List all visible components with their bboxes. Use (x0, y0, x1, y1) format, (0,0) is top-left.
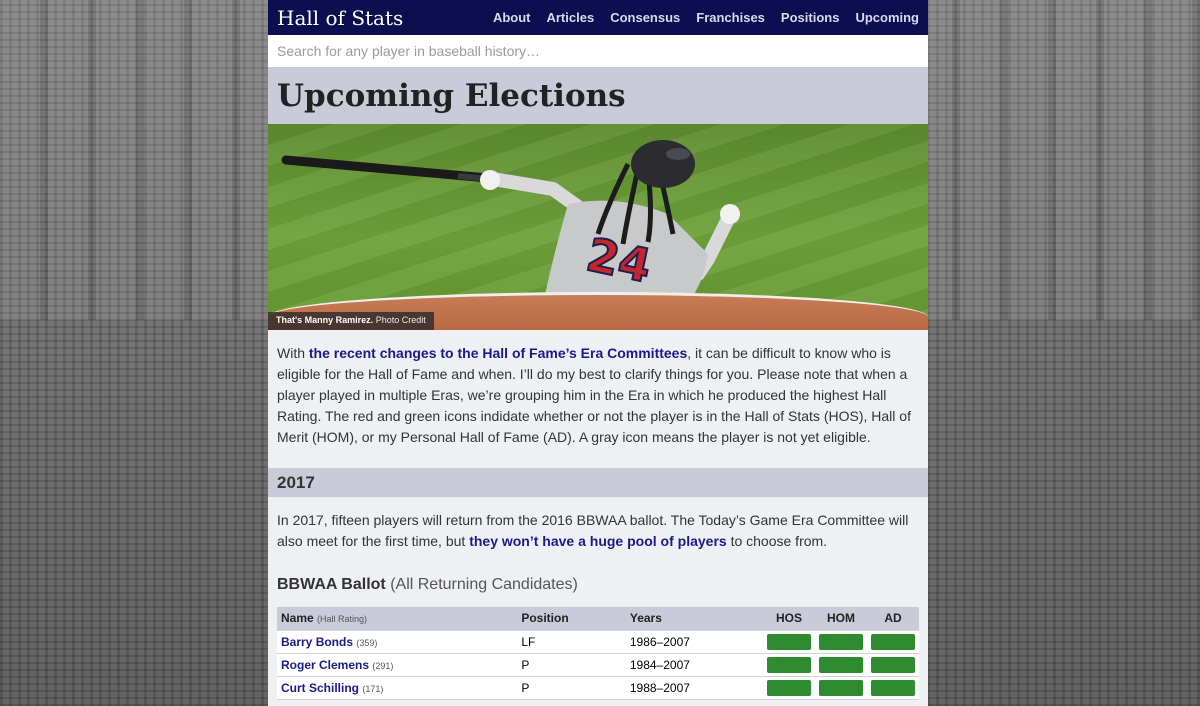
page-container: Hall of Stats About Articles Consensus F… (268, 0, 928, 706)
page-title-band: Upcoming Elections (268, 68, 928, 124)
table-row: Barry Bonds (359) LF 1986–2007 (277, 630, 919, 654)
nav-consensus[interactable]: Consensus (610, 10, 680, 25)
top-nav-bar: Hall of Stats About Articles Consensus F… (268, 0, 928, 35)
nav-franchises[interactable]: Franchises (696, 10, 765, 25)
year-heading-band: 2017 (268, 468, 928, 497)
photo-caption-text: That's Manny Ramirez. (276, 315, 374, 325)
small-pool-link[interactable]: they won’t have a huge pool of players (469, 533, 727, 549)
hos-status-cell (762, 630, 815, 654)
hom-status-icon (818, 656, 863, 673)
ballot-title-subtitle: (All Returning Candidates) (390, 576, 578, 593)
search-bar (268, 35, 928, 68)
hom-status-cell (814, 653, 867, 677)
hos-status-cell (762, 653, 815, 677)
player-link[interactable]: Barry Bonds (281, 635, 353, 649)
years-cell: 1984–2007 (625, 653, 763, 677)
hom-status-icon (818, 633, 863, 650)
ad-status-cell (866, 676, 919, 700)
era-committee-changes-link[interactable]: the recent changes to the Hall of Fame’s… (309, 345, 687, 361)
col-position-header[interactable]: Position (517, 607, 626, 631)
intro-section: With the recent changes to the Hall of F… (268, 330, 928, 448)
intro-paragraph: With the recent changes to the Hall of F… (277, 343, 919, 448)
intro-text-start: With (277, 345, 309, 361)
player-search-input[interactable] (277, 43, 919, 59)
position-cell: LF (517, 630, 626, 654)
nav-about[interactable]: About (493, 10, 531, 25)
ad-status-cell (866, 630, 919, 654)
hall-rating: (359) (356, 637, 378, 648)
hom-status-cell (814, 630, 867, 654)
col-name-label: Name (281, 611, 314, 626)
nav-articles[interactable]: Articles (546, 10, 594, 25)
ballot-title: BBWAA Ballot (All Returning Candidates) (277, 576, 919, 594)
hos-status-icon (766, 656, 811, 673)
hom-status-icon (818, 679, 863, 696)
player-name-cell: Barry Bonds (359) (277, 630, 518, 654)
hero-photo: 24 That's Manny Ramirez. Photo Credit (268, 124, 928, 330)
table-row: Roger Clemens (291) P 1984–2007 (277, 653, 919, 677)
hall-rating: (291) (372, 660, 394, 671)
site-logo[interactable]: Hall of Stats (277, 6, 403, 30)
ad-status-icon (870, 633, 915, 650)
player-link[interactable]: Roger Clemens (281, 658, 369, 672)
years-cell: 1986–2007 (625, 630, 763, 654)
player-name-cell: Roger Clemens (291) (277, 653, 518, 677)
col-name-header[interactable]: Name (Hall Rating) (277, 607, 518, 631)
player-link[interactable]: Curt Schilling (281, 681, 359, 695)
section-text-end: to choose from. (726, 533, 828, 549)
ballot-table: Name (Hall Rating) Position Years HOS HO… (277, 607, 919, 700)
col-hom-header[interactable]: HOM (814, 607, 867, 631)
main-nav: About Articles Consensus Franchises Posi… (493, 10, 919, 25)
nav-upcoming[interactable]: Upcoming (855, 10, 919, 25)
ad-status-icon (870, 656, 915, 673)
col-years-header[interactable]: Years (625, 607, 763, 631)
ad-status-icon (870, 679, 915, 696)
hos-status-icon (766, 633, 811, 650)
col-ad-header[interactable]: AD (866, 607, 919, 631)
section-2017: In 2017, fifteen players will return fro… (268, 497, 928, 700)
hos-status-icon (766, 679, 811, 696)
position-cell: P (517, 676, 626, 700)
page-title: Upcoming Elections (277, 78, 626, 114)
ad-status-cell (866, 653, 919, 677)
years-cell: 1988–2007 (625, 676, 763, 700)
section-2017-paragraph: In 2017, fifteen players will return fro… (277, 510, 919, 552)
year-heading: 2017 (277, 472, 315, 492)
table-header-row: Name (Hall Rating) Position Years HOS HO… (277, 607, 919, 631)
position-cell: P (517, 653, 626, 677)
hom-status-cell (814, 676, 867, 700)
col-name-note: (Hall Rating) (317, 614, 368, 625)
nav-positions[interactable]: Positions (781, 10, 840, 25)
table-row: Curt Schilling (171) P 1988–2007 (277, 676, 919, 700)
photo-credit-link[interactable]: Photo Credit (376, 315, 426, 325)
col-hos-header[interactable]: HOS (762, 607, 815, 631)
hos-status-cell (762, 676, 815, 700)
photo-caption: That's Manny Ramirez. Photo Credit (268, 312, 434, 330)
hall-rating: (171) (362, 683, 384, 694)
player-name-cell: Curt Schilling (171) (277, 676, 518, 700)
ballot-title-main: BBWAA Ballot (277, 576, 386, 593)
